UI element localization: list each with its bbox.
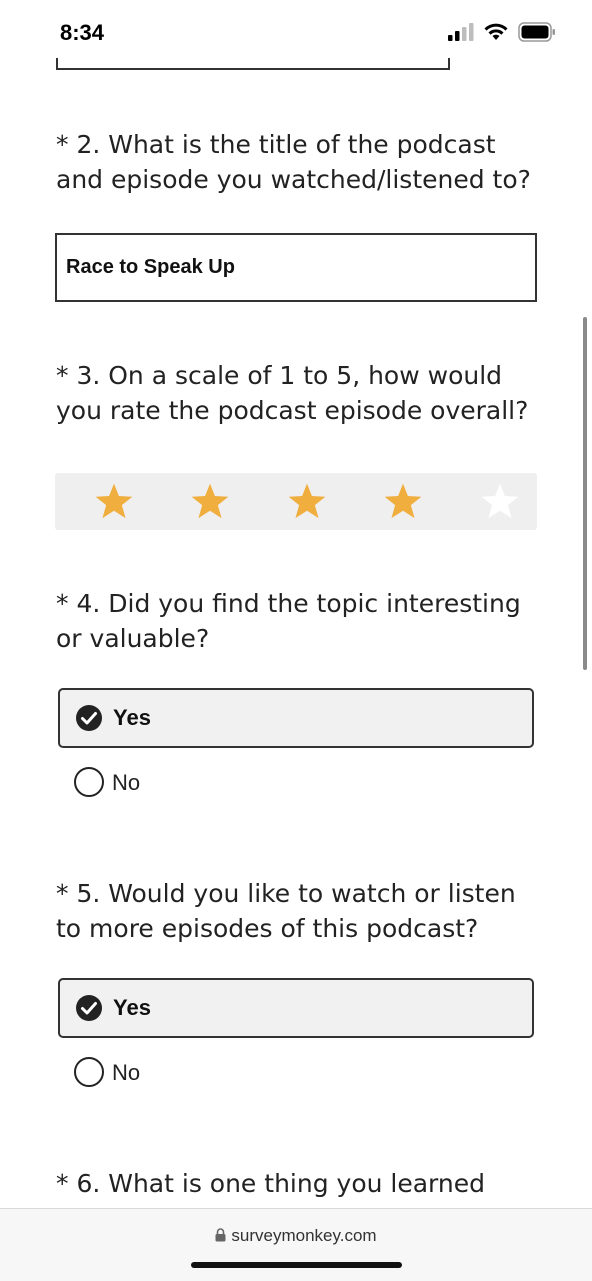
status-icons — [448, 22, 556, 42]
previous-answer-field[interactable] — [56, 58, 450, 70]
status-time: 8:34 — [60, 20, 105, 45]
star-4-icon[interactable] — [382, 481, 424, 523]
question-3-text: * 3. On a scale of 1 to 5, how would you… — [56, 361, 529, 425]
url-display[interactable]: surveymonkey.com — [0, 1226, 592, 1246]
question-4-text: * 4. Did you find the topic interesting … — [56, 589, 521, 653]
url-text: surveymonkey.com — [231, 1226, 377, 1245]
option-label: Yes — [113, 705, 151, 730]
question-5-text: * 5. Would you like to watch or listen t… — [56, 879, 516, 943]
star-5-icon[interactable] — [479, 481, 521, 523]
option-label: No — [112, 770, 141, 795]
podcast-title-input[interactable] — [55, 233, 537, 302]
option-label: No — [112, 1060, 141, 1085]
checkmark-circle-icon — [76, 995, 102, 1021]
question-2-text: * 2. What is the title of the podcast an… — [56, 130, 531, 194]
wifi-icon — [484, 23, 508, 40]
radio-unselected-icon — [74, 767, 104, 797]
q5-option-no[interactable]: No — [74, 1057, 274, 1089]
star-1-icon[interactable] — [93, 481, 135, 523]
battery-icon — [518, 22, 555, 42]
option-label: Yes — [113, 995, 151, 1020]
q4-option-no[interactable]: No — [74, 767, 274, 799]
radio-unselected-icon — [74, 1057, 104, 1087]
checkmark-circle-icon — [76, 705, 102, 731]
browser-url-bar[interactable]: surveymonkey.com — [0, 1208, 592, 1281]
star-3-icon[interactable] — [286, 481, 328, 523]
q4-option-yes[interactable]: Yes — [58, 688, 534, 748]
star-2-icon[interactable] — [189, 481, 231, 523]
star-rating — [55, 473, 537, 530]
lock-icon — [215, 1228, 226, 1242]
home-indicator[interactable] — [191, 1262, 402, 1268]
q5-option-yes[interactable]: Yes — [58, 978, 534, 1038]
status-bar: 8:34 — [0, 0, 592, 66]
cellular-signal-icon — [448, 23, 474, 41]
scrollbar[interactable] — [583, 317, 587, 670]
